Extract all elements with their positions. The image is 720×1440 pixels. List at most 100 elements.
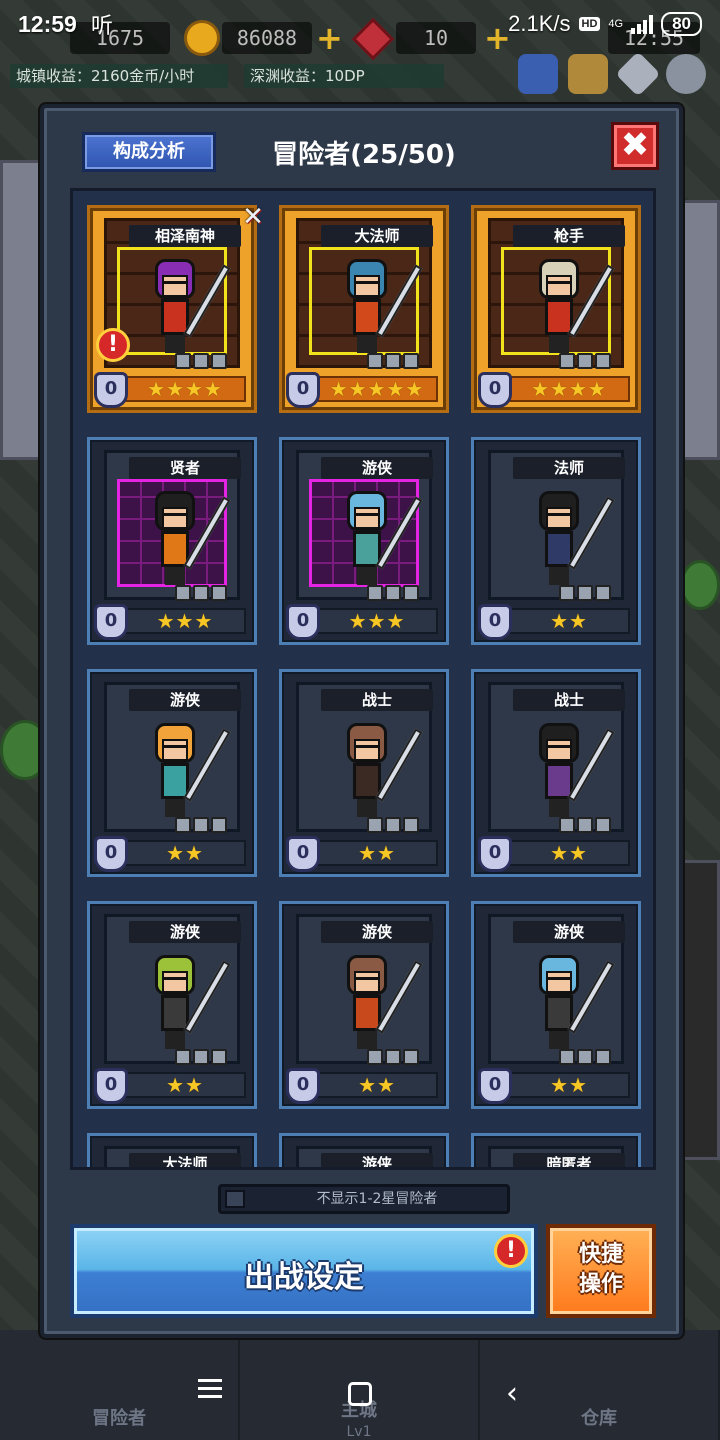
portrait-frame: 大法师 [296, 218, 433, 369]
weapon-slot-icon [175, 585, 191, 601]
close-button[interactable]: ✖ [611, 122, 659, 170]
level-shield-icon: 0 [286, 604, 320, 640]
level-shield-icon: 0 [94, 836, 128, 872]
filter-checkbox[interactable] [225, 1190, 245, 1208]
armor-slot-icon [193, 1049, 209, 1065]
tree [680, 560, 720, 610]
boots-slot-icon [211, 817, 227, 833]
menu-icon[interactable] [190, 1374, 230, 1414]
adventurer-card[interactable]: 暗匿者 [471, 1133, 641, 1167]
party-icon[interactable] [518, 54, 558, 94]
glasses [547, 745, 571, 751]
portrait-frame: 游侠 [296, 450, 433, 601]
legs [549, 1031, 569, 1049]
adventurer-sprite [531, 723, 587, 819]
adventurer-sprite [147, 491, 203, 587]
adventurer-card[interactable]: 战士 ★★ 0 [471, 669, 641, 877]
portrait-frame: 大法师 [104, 1146, 241, 1167]
glasses [355, 513, 379, 519]
sortie-settings-button[interactable]: 出战设定 ! [70, 1224, 538, 1318]
boots-slot-icon [595, 817, 611, 833]
equipment-slots [367, 585, 419, 601]
equipment-slots [367, 1049, 419, 1065]
quick-actions-button[interactable]: 快捷 操作 [546, 1224, 656, 1318]
adventurer-sprite [147, 955, 203, 1051]
legs [357, 1031, 377, 1049]
level-shield-icon: 0 [478, 1068, 512, 1104]
armor-slot-icon [193, 353, 209, 369]
portrait-frame: 法师 [488, 450, 625, 601]
legs [165, 335, 185, 353]
signal-icon [631, 14, 654, 34]
card-footer: ★★★ 0 [94, 604, 250, 640]
card-footer: ★★★ 0 [286, 604, 442, 640]
portrait-frame: 游侠 [104, 914, 241, 1065]
adventurer-card[interactable]: 游侠 ★★ 0 [279, 901, 449, 1109]
adventurer-sprite [339, 259, 395, 355]
home-icon[interactable] [340, 1374, 380, 1414]
adventurer-card[interactable]: 枪手 ★★★★ 0 [471, 205, 641, 413]
composition-analysis-button[interactable]: 构成分析 [82, 132, 216, 172]
gear-icon[interactable] [666, 54, 706, 94]
equipment-slots [175, 585, 227, 601]
equipment-slots [367, 817, 419, 833]
close-icon: ✖ [620, 125, 650, 165]
adventurer-sprite [531, 955, 587, 1051]
adventurer-card[interactable]: 大法师 [87, 1133, 257, 1167]
star-rating: ★★ [316, 840, 438, 866]
level-shield-icon: 0 [286, 372, 320, 408]
adventurer-name: 游侠 [321, 921, 433, 943]
adventurer-name: 游侠 [321, 457, 433, 479]
portrait-frame: 战士 [296, 682, 433, 833]
adventurer-card[interactable]: 法师 ★★ 0 [471, 437, 641, 645]
portrait-frame: 枪手 [488, 218, 625, 369]
level-shield-icon: 0 [478, 604, 512, 640]
weapon-slot-icon [559, 585, 575, 601]
boots-slot-icon [211, 585, 227, 601]
portrait-frame: 贤者 [104, 450, 241, 601]
adventurer-card[interactable]: 相泽南神 ★★★★ 0! ✕ [87, 202, 264, 413]
legs [357, 567, 377, 585]
battery-icon: 80 [661, 12, 702, 36]
equipment-slots [367, 353, 419, 369]
star-rating: ★★★ [316, 608, 438, 634]
legs [357, 335, 377, 353]
star-rating: ★★ [124, 840, 246, 866]
adventurer-card[interactable]: 游侠 ★★★ 0 [279, 437, 449, 645]
adventurer-card[interactable]: 大法师 ★★★★★ 0 [279, 205, 449, 413]
boss-icon[interactable] [568, 54, 608, 94]
boots-slot-icon [595, 585, 611, 601]
weapon-slot-icon [367, 353, 383, 369]
armor-slot-icon [385, 585, 401, 601]
compass-icon[interactable] [615, 51, 661, 97]
sortie-button-label: 出战设定 [244, 1260, 364, 1295]
glasses [163, 977, 187, 983]
boots-slot-icon [403, 1049, 419, 1065]
equipment-slots [559, 585, 611, 601]
crossed-swords-icon: ✕ [242, 202, 264, 232]
card-footer: ★★ 0 [478, 1068, 634, 1104]
back-icon[interactable]: ‹ [492, 1374, 532, 1414]
alert-icon: ! [494, 1234, 528, 1268]
glasses [355, 977, 379, 983]
adventurer-card[interactable]: 贤者 ★★★ 0 [87, 437, 257, 645]
adventurer-card[interactable]: 游侠 ★★ 0 [87, 669, 257, 877]
tab-sublabel: Lv1 [346, 1424, 372, 1440]
glasses [547, 977, 571, 983]
adventurer-card[interactable]: 游侠 [279, 1133, 449, 1167]
armor-slot-icon [193, 817, 209, 833]
equipment-slots [559, 353, 611, 369]
adventurer-card[interactable]: 游侠 ★★ 0 [471, 901, 641, 1109]
adventurer-grid[interactable]: 相泽南神 ★★★★ 0! ✕ 大法师 ★★★★★ 0 枪手 ★★★★ 0 贤者 ★★★ 0 游侠 ★★★ 0 法… [70, 188, 656, 1170]
star-rating: ★★★★ [124, 376, 246, 402]
adventurer-sprite [147, 723, 203, 819]
adventurer-card[interactable]: 游侠 ★★ 0 [87, 901, 257, 1109]
legs [549, 799, 569, 817]
equipment-slots [175, 353, 227, 369]
adventurer-card[interactable]: 战士 ★★ 0 [279, 669, 449, 877]
adventurer-name: 战士 [321, 689, 433, 711]
weapon-slot-icon [367, 585, 383, 601]
adventurer-name: 暗匿者 [513, 1153, 625, 1167]
adventurer-name: 游侠 [129, 921, 241, 943]
hide-low-star-toggle[interactable]: 不显示1-2星冒险者 [218, 1184, 510, 1214]
